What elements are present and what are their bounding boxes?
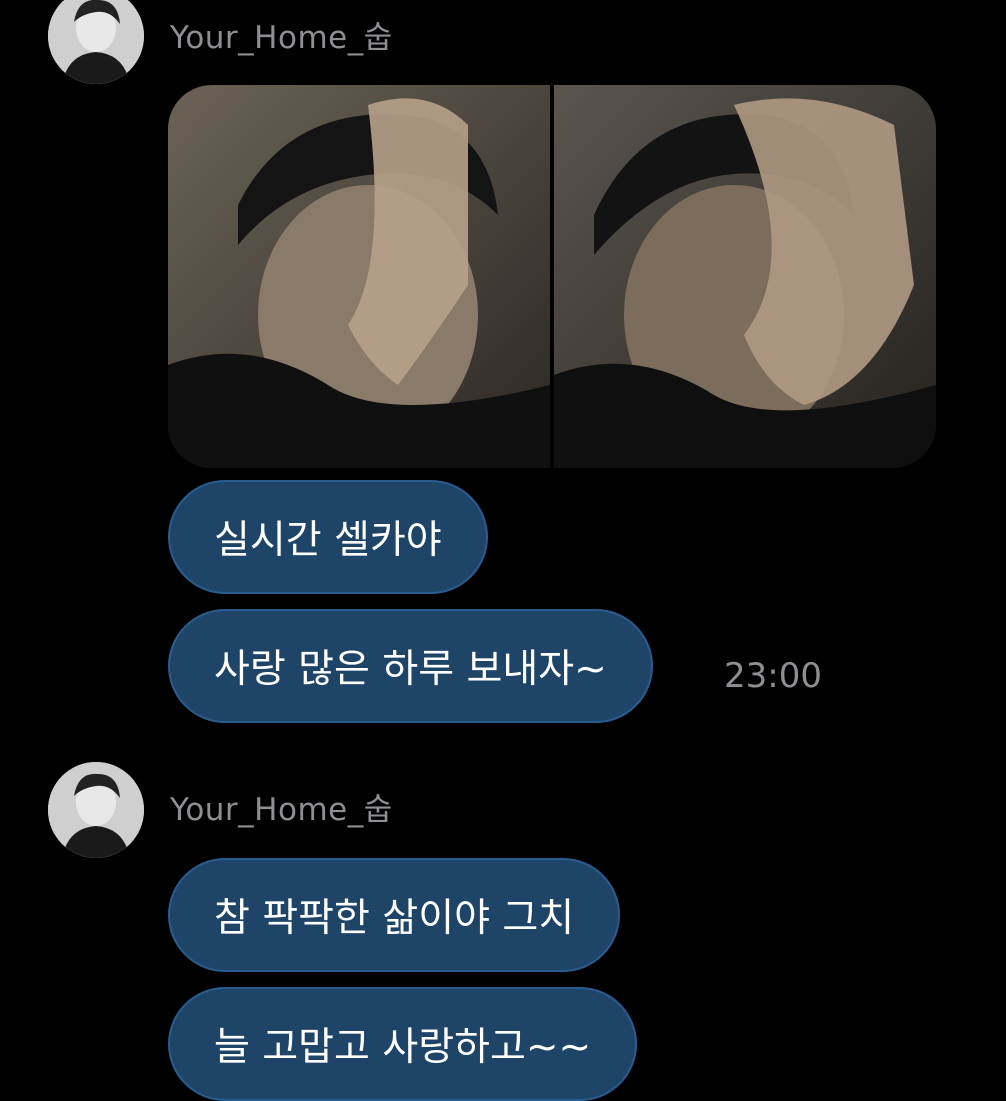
avatar-photo [48, 0, 144, 84]
sender-name: Your_Home_숩 [170, 792, 393, 828]
selfie-photo-2[interactable] [554, 85, 936, 468]
message-timestamp: 23:00 [724, 656, 822, 696]
photo-attachment-grid [168, 85, 936, 468]
message-bubble[interactable]: 참 팍팍한 삶이야 그치 [168, 858, 621, 972]
message-bubble[interactable]: 실시간 셀카야 [168, 480, 488, 594]
selfie-photo-1[interactable] [168, 85, 550, 468]
sender-avatar[interactable] [48, 0, 144, 84]
message-bubble[interactable]: 사랑 많은 하루 보내자~ [168, 609, 653, 723]
sender-name: Your_Home_숩 [170, 20, 393, 56]
sender-avatar[interactable] [48, 762, 144, 858]
message-bubble[interactable]: 늘 고맙고 사랑하고~~ [168, 987, 638, 1101]
avatar-photo [48, 762, 144, 858]
